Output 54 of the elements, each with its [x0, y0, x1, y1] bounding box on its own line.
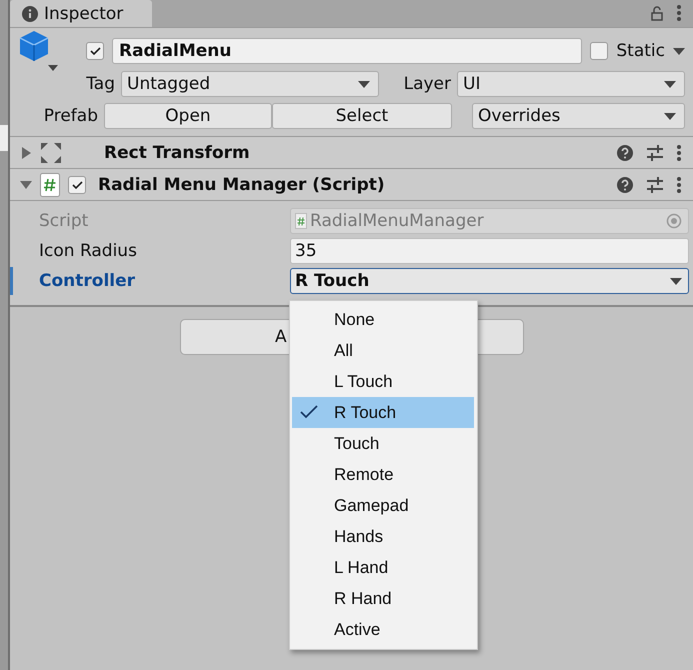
component-header[interactable]: Rect Transform — [10, 137, 693, 169]
cube-icon[interactable] — [18, 29, 58, 73]
sliders-icon[interactable] — [647, 144, 663, 160]
layer-dropdown[interactable]: UI — [457, 71, 685, 97]
info-icon — [22, 6, 38, 22]
field-label: Icon Radius — [39, 241, 138, 261]
script-file-icon — [40, 172, 60, 196]
sliders-icon[interactable] — [647, 176, 663, 192]
open-button[interactable]: Open — [104, 103, 272, 129]
foldout-arrow-icon[interactable] — [20, 178, 32, 190]
caret-icon — [664, 112, 676, 120]
more-icon[interactable] — [677, 144, 681, 160]
menu-item[interactable]: Gamepad — [292, 490, 474, 521]
menu-item[interactable]: R Hand — [292, 583, 474, 614]
menu-item[interactable]: Remote — [292, 459, 474, 490]
name-field[interactable]: RadialMenu — [112, 38, 582, 64]
menu-item[interactable]: L Hand — [292, 552, 474, 583]
checkmark-icon — [300, 405, 318, 419]
select-button[interactable]: Select — [272, 103, 452, 129]
menu-item[interactable]: Active — [292, 614, 474, 645]
component-header[interactable]: Radial Menu Manager (Script) — [10, 169, 693, 201]
enabled-checkbox[interactable] — [68, 176, 86, 194]
menu-item[interactable]: Hands — [292, 521, 474, 552]
field-label: Script — [39, 211, 90, 231]
number-field[interactable]: 35 — [290, 238, 689, 264]
side-panel-edge — [0, 125, 8, 151]
script-file-icon — [295, 213, 307, 229]
field-label: Controller — [39, 271, 136, 291]
overrides-dropdown[interactable]: Overrides — [472, 103, 685, 129]
menu-item[interactable]: None — [292, 304, 474, 335]
more-icon[interactable] — [677, 5, 681, 21]
caret-icon — [664, 80, 676, 88]
controller-dropdown[interactable]: R Touch — [290, 268, 689, 294]
menu-item[interactable]: L Touch — [292, 366, 474, 397]
tag-dropdown[interactable]: Untagged — [121, 71, 379, 97]
static-label: Static — [616, 41, 665, 61]
inspector-tab[interactable]: Inspector — [10, 0, 152, 27]
active-checkbox[interactable] — [86, 42, 104, 60]
foldout-arrow-icon[interactable] — [20, 146, 32, 158]
help-icon[interactable] — [617, 144, 633, 160]
more-icon[interactable] — [677, 176, 681, 192]
static-checkbox[interactable] — [590, 42, 608, 60]
menu-item[interactable]: All — [292, 335, 474, 366]
prefab-label: Prefab — [42, 106, 98, 126]
menu-item[interactable]: R Touch — [292, 397, 474, 428]
lock-icon[interactable] — [651, 6, 663, 20]
menu-item[interactable]: Touch — [292, 428, 474, 459]
tag-label: Tag — [85, 74, 115, 94]
help-icon[interactable] — [617, 176, 633, 192]
caret-icon — [358, 80, 370, 88]
static-caret-icon — [673, 48, 685, 54]
caret-icon — [670, 278, 682, 284]
layer-label: Layer — [402, 74, 451, 94]
move-arrows-icon — [40, 142, 62, 164]
